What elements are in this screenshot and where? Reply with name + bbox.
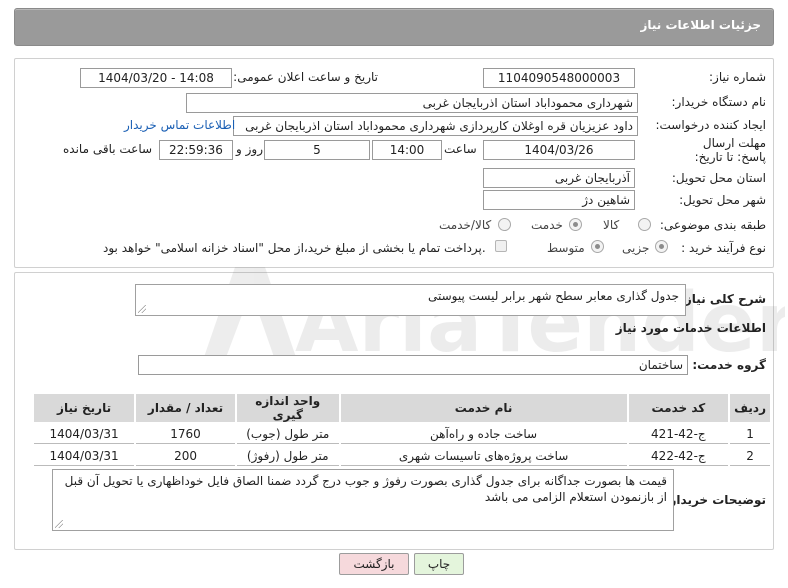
cell-row: 1 xyxy=(730,424,770,444)
province-field: آذربایجان غربی xyxy=(483,168,635,188)
category-radio-goods-service[interactable] xyxy=(498,218,511,231)
process-radio-minor[interactable] xyxy=(655,240,668,253)
cell-date: 1404/03/31 xyxy=(34,424,135,444)
deadline-label: مهلت ارسال پاسخ: تا تاریخ: xyxy=(694,136,766,164)
need-number-field: 1104090548000003 xyxy=(483,68,635,88)
cell-date: 1404/03/31 xyxy=(34,446,135,466)
col-name: نام خدمت xyxy=(340,394,627,422)
process-type-label: نوع فرآیند خرید : xyxy=(681,241,766,255)
summary-textarea[interactable]: جدول گذاری معابر سطح شهر برابر لیست پیوس… xyxy=(135,284,686,316)
deadline-time-field: 14:00 xyxy=(372,140,442,160)
category-radio-service[interactable] xyxy=(569,218,582,231)
cell-unit: متر طول (رفوژ) xyxy=(236,446,339,466)
city-field: شاهین دژ xyxy=(483,190,635,210)
deadline-time-label: ساعت xyxy=(444,142,477,156)
cell-unit: متر طول (جوب) xyxy=(236,424,339,444)
page-title: جزئیات اطلاعات نیاز xyxy=(640,18,761,32)
buyer-notes-label: توضیحات خریدار: xyxy=(664,493,766,507)
back-button[interactable]: بازگشت xyxy=(339,553,409,575)
category-option-goods-service: کالا/خدمت xyxy=(439,218,492,232)
category-option-service: خدمت xyxy=(531,218,563,232)
col-row: ردیف xyxy=(730,394,770,422)
announce-date-label: تاریخ و ساعت اعلان عمومی: xyxy=(233,70,378,84)
service-group-label: گروه خدمت: xyxy=(692,358,766,372)
process-option-minor: جزیی xyxy=(622,241,650,255)
announce-date-field: 1404/03/20 - 14:08 xyxy=(80,68,232,88)
treasury-payment-note: پرداخت تمام یا بخشی از مبلغ خرید،از محل … xyxy=(103,241,486,255)
cell-row: 2 xyxy=(730,446,770,466)
services-table: ردیف کد خدمت نام خدمت واحد اندازه گیری ت… xyxy=(32,392,772,468)
service-group-field: ساختمان xyxy=(138,355,688,375)
process-radio-medium[interactable] xyxy=(591,240,604,253)
cell-qty: 1760 xyxy=(136,424,235,444)
resize-grip-icon[interactable] xyxy=(138,305,146,313)
process-option-medium: متوسط xyxy=(547,241,585,255)
requester-label: ایجاد کننده درخواست: xyxy=(655,118,766,132)
table-row: 2 ج-42-422 ساخت پروژه‌های تاسیسات شهری م… xyxy=(34,446,770,466)
summary-label: شرح کلی نیاز: xyxy=(680,292,766,306)
city-label: شهر محل تحویل: xyxy=(679,193,766,207)
col-date: تاریخ نیاز xyxy=(34,394,135,422)
services-section-title: اطلاعات خدمات مورد نیاز xyxy=(615,321,766,335)
need-info-panel xyxy=(14,58,774,268)
requester-field: داود عزیزیان قره اوغلان کارپردازی شهردار… xyxy=(233,116,638,136)
buyer-contact-link[interactable]: اطلاعات تماس خریدار xyxy=(124,118,235,132)
treasury-payment-checkbox[interactable] xyxy=(495,240,507,252)
cell-code: ج-42-421 xyxy=(628,424,729,444)
cell-code: ج-42-422 xyxy=(628,446,729,466)
cell-name: ساخت جاده و راه‌آهن xyxy=(340,424,627,444)
cell-qty: 200 xyxy=(136,446,235,466)
cell-name: ساخت پروژه‌های تاسیسات شهری xyxy=(340,446,627,466)
category-option-goods: کالا xyxy=(603,218,620,232)
col-unit: واحد اندازه گیری xyxy=(236,394,339,422)
province-label: استان محل تحویل: xyxy=(671,171,766,185)
category-label: طبقه بندی موضوعی: xyxy=(659,218,766,232)
remaining-time-label: ساعت باقی مانده xyxy=(63,142,153,156)
buyer-org-field: شهرداری محموداباد استان اذربایجان غربی xyxy=(186,93,638,113)
remaining-time-field: 22:59:36 xyxy=(159,140,233,160)
category-radio-goods[interactable] xyxy=(638,218,651,231)
print-button[interactable]: چاپ xyxy=(414,553,464,575)
buyer-notes-text: قیمت ها بصورت جداگانه برای جدول گذاری بص… xyxy=(64,474,667,504)
page-header: جزئیات اطلاعات نیاز xyxy=(14,8,774,46)
remaining-days-field: 5 xyxy=(264,140,370,160)
deadline-date-field: 1404/03/26 xyxy=(483,140,635,160)
table-row: 1 ج-42-421 ساخت جاده و راه‌آهن متر طول (… xyxy=(34,424,770,444)
buyer-org-label: نام دستگاه خریدار: xyxy=(671,95,767,109)
need-number-label: شماره نیاز: xyxy=(709,70,766,84)
col-code: کد خدمت xyxy=(628,394,729,422)
summary-text: جدول گذاری معابر سطح شهر برابر لیست پیوس… xyxy=(427,289,679,303)
buyer-notes-textarea[interactable]: قیمت ها بصورت جداگانه برای جدول گذاری بص… xyxy=(52,469,674,531)
resize-grip-icon[interactable] xyxy=(55,520,63,528)
services-table-header: ردیف کد خدمت نام خدمت واحد اندازه گیری ت… xyxy=(34,394,770,422)
col-qty: تعداد / مقدار xyxy=(136,394,235,422)
remaining-days-label: روز و xyxy=(236,142,263,156)
